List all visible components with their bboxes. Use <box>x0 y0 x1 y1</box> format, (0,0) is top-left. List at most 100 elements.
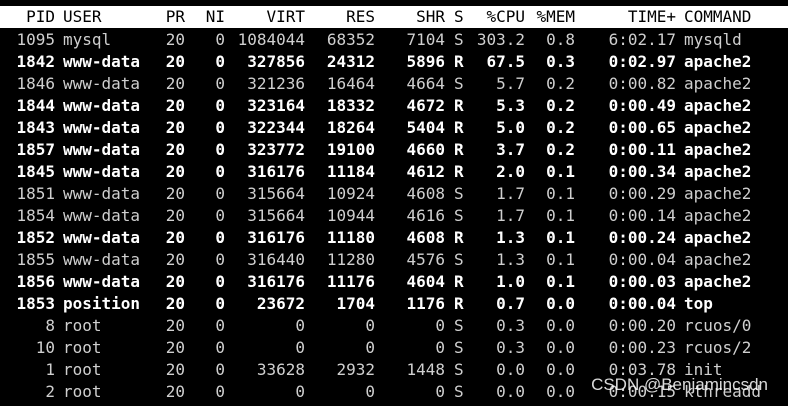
cell-shr: 1448 <box>406 360 445 379</box>
cell-nice: 0 <box>215 96 225 115</box>
cell-nice: 0 <box>215 228 225 247</box>
process-row[interactable]: 1855 www-data 20 0 316440 11280 4576 S 1.3 0.1 0:0… <box>0 249 788 271</box>
process-row[interactable]: 1846 www-data 20 0 321236 16464 4664 S 5.7 0.2 0:0… <box>0 73 788 95</box>
cell-priority: 20 <box>165 360 185 379</box>
cell-virt: 327856 <box>247 52 305 71</box>
cell-priority: 20 <box>165 316 185 335</box>
process-row[interactable]: 1844 www-data 20 0 323164 18332 4672 R 5.3 0.2 0:0… <box>0 95 788 117</box>
cell-user: root <box>63 382 102 401</box>
cell-res: 19100 <box>326 140 375 159</box>
cell-mem-percent: 0.2 <box>546 140 575 159</box>
cell-cpu-percent: 0.0 <box>496 382 525 401</box>
cell-time: 6:02.17 <box>608 30 676 49</box>
cell-time: 0:00.82 <box>608 74 676 93</box>
process-row[interactable]: 1842 www-data 20 0 327856 24312 5896 R 67.5 0.3 0:… <box>0 51 788 73</box>
cell-cpu-percent: 67.5 <box>486 52 525 71</box>
header-time[interactable]: TIME+ <box>575 6 676 28</box>
cell-priority: 20 <box>165 96 185 115</box>
cell-priority: 20 <box>165 250 185 269</box>
watermark-text: CSDN @Benjamincsdn <box>591 375 768 394</box>
header-cpu[interactable]: %CPU <box>470 6 525 28</box>
process-row[interactable]: 1856 www-data 20 0 316176 11176 4604 R 1.0 0.1 0:0… <box>0 271 788 293</box>
cell-time: 0:00.04 <box>608 294 676 313</box>
cell-res: 10924 <box>326 184 375 203</box>
process-row[interactable]: 1843 www-data 20 0 322344 18264 5404 R 5.0 0.2 0:0… <box>0 117 788 139</box>
cell-state: R <box>454 118 464 137</box>
process-row[interactable]: 1851 www-data 20 0 315664 10924 4608 S 1.7 0.1 0:0… <box>0 183 788 205</box>
cell-state: R <box>454 162 464 181</box>
header-res[interactable]: RES <box>305 6 375 28</box>
cell-mem-percent: 0.1 <box>546 250 575 269</box>
cell-command: rcuos/2 <box>684 338 752 357</box>
cell-nice: 0 <box>215 74 225 93</box>
process-row[interactable]: 1845 www-data 20 0 316176 11184 4612 R 2.0 0.1 0:0… <box>0 161 788 183</box>
cell-res: 0 <box>365 316 375 335</box>
cell-priority: 20 <box>165 118 185 137</box>
cell-res: 2932 <box>336 360 375 379</box>
cell-nice: 0 <box>215 294 225 313</box>
cell-pid: 2 <box>45 382 55 401</box>
process-row[interactable]: 8 root 20 0 0 0 0 S 0.3 0.0 0:00.20 rcuos/0 <box>0 315 788 337</box>
cell-pid: 1845 <box>16 162 55 181</box>
cell-command: apache2 <box>684 52 752 71</box>
cell-priority: 20 <box>165 294 185 313</box>
process-row[interactable]: 1854 www-data 20 0 315664 10944 4616 S 1.7 0.1 0:0… <box>0 205 788 227</box>
process-row[interactable]: 1852 www-data 20 0 316176 11180 4608 R 1.3 0.1 0:0… <box>0 227 788 249</box>
cell-nice: 0 <box>215 382 225 401</box>
process-row[interactable]: 1853 position 20 0 23672 1704 1176 R 0.7 0.0 0:00.… <box>0 293 788 315</box>
cell-cpu-percent: 0.3 <box>496 316 525 335</box>
process-row[interactable]: 1857 www-data 20 0 323772 19100 4660 R 3.7 0.2 0:0… <box>0 139 788 161</box>
cell-time: 0:00.65 <box>608 118 676 137</box>
cell-state: R <box>454 228 464 247</box>
cell-mem-percent: 0.1 <box>546 228 575 247</box>
cell-cpu-percent: 0.0 <box>496 360 525 379</box>
cell-nice: 0 <box>215 206 225 225</box>
cell-nice: 0 <box>215 52 225 71</box>
process-row[interactable]: 1095 mysql 20 0 1084044 68352 7104 S 303.2 0.8 6:0… <box>0 29 788 51</box>
cell-shr: 4576 <box>406 250 445 269</box>
cell-time: 0:00.11 <box>608 140 676 159</box>
cell-cpu-percent: 5.3 <box>496 96 525 115</box>
cell-state: S <box>454 30 464 49</box>
header-pid[interactable]: PID <box>0 6 55 28</box>
cell-pid: 1846 <box>16 74 55 93</box>
cell-nice: 0 <box>215 250 225 269</box>
cell-res: 11180 <box>326 228 375 247</box>
cell-virt: 316176 <box>247 272 305 291</box>
header-pr[interactable]: PR <box>150 6 185 28</box>
header-command[interactable]: COMMAND <box>684 6 784 28</box>
cell-state: S <box>454 250 464 269</box>
header-state[interactable]: S <box>454 6 470 28</box>
header-mem[interactable]: %MEM <box>525 6 575 28</box>
cell-virt: 33628 <box>256 360 305 379</box>
cell-res: 1704 <box>336 294 375 313</box>
cell-cpu-percent: 1.3 <box>496 250 525 269</box>
header-virt[interactable]: VIRT <box>225 6 305 28</box>
cell-pid: 1842 <box>16 52 55 71</box>
cell-priority: 20 <box>165 52 185 71</box>
cell-user: www-data <box>63 250 141 269</box>
cell-mem-percent: 0.0 <box>546 294 575 313</box>
cell-time: 0:00.04 <box>608 250 676 269</box>
cell-priority: 20 <box>165 74 185 93</box>
header-shr[interactable]: SHR <box>375 6 445 28</box>
cell-state: S <box>454 74 464 93</box>
cell-user: www-data <box>63 140 141 159</box>
cell-pid: 1853 <box>16 294 55 313</box>
cell-virt: 323772 <box>247 140 305 159</box>
cell-command: apache2 <box>684 162 752 181</box>
cell-priority: 20 <box>165 206 185 225</box>
process-row[interactable]: 10 root 20 0 0 0 0 S 0.3 0.0 0:00.23 rcuos/2 <box>0 337 788 359</box>
cell-shr: 0 <box>435 338 445 357</box>
cell-virt: 0 <box>295 382 305 401</box>
cell-virt: 316440 <box>247 250 305 269</box>
cell-command: mysqld <box>684 30 742 49</box>
cell-nice: 0 <box>215 140 225 159</box>
cell-shr: 4608 <box>406 228 445 247</box>
cell-cpu-percent: 5.7 <box>496 74 525 93</box>
cell-priority: 20 <box>165 228 185 247</box>
cell-cpu-percent: 0.7 <box>496 294 525 313</box>
header-user[interactable]: USER <box>63 6 153 28</box>
cell-shr: 7104 <box>406 30 445 49</box>
header-ni[interactable]: NI <box>190 6 225 28</box>
